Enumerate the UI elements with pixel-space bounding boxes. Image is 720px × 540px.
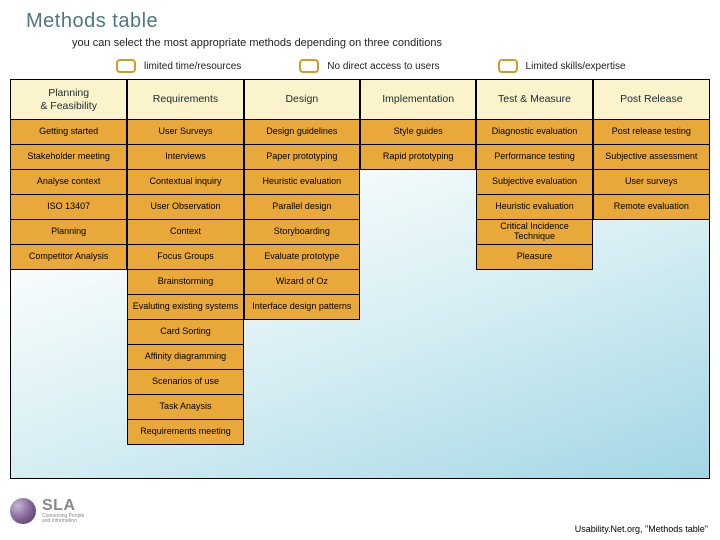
logo-sub: and Information <box>42 519 84 524</box>
method-cell[interactable]: Focus Groups <box>127 244 243 270</box>
column: Post ReleasePost release testingSubjecti… <box>593 80 709 445</box>
method-cell[interactable]: Analyse context <box>11 169 127 195</box>
method-cell[interactable]: ISO 13407 <box>11 194 127 220</box>
legend-item: limited time/resources <box>116 59 241 73</box>
method-cell[interactable]: Wizard of Oz <box>244 269 360 295</box>
column-header: Planning & Feasibility <box>11 80 127 120</box>
column: ImplementationStyle guidesRapid prototyp… <box>360 80 476 445</box>
logo-text: SLA Connecting People and Information <box>42 498 84 524</box>
method-cell[interactable]: Card Sorting <box>127 319 243 345</box>
column-header: Requirements <box>127 80 243 120</box>
method-cell[interactable]: Critical Incidence Technique <box>476 219 592 245</box>
column-header: Design <box>244 80 360 120</box>
method-cell[interactable]: Rapid prototyping <box>360 144 476 170</box>
method-cell[interactable]: Scenarios of use <box>127 369 243 395</box>
method-cell[interactable]: Remote evaluation <box>593 194 709 220</box>
credit-text: Usability.Net.org, "Methods table" <box>575 524 708 534</box>
method-cell[interactable]: Task Anaysis <box>127 394 243 420</box>
method-cell[interactable]: Requirements meeting <box>127 419 243 445</box>
method-cell[interactable]: Subjective assessment <box>593 144 709 170</box>
column: RequirementsUser SurveysInterviewsContex… <box>127 80 243 445</box>
method-cell[interactable]: Interface design patterns <box>244 294 360 320</box>
method-cell[interactable]: Getting started <box>11 119 127 145</box>
methods-table: Planning & FeasibilityGetting startedSta… <box>10 79 710 479</box>
method-cell[interactable]: User surveys <box>593 169 709 195</box>
method-cell[interactable]: Storyboarding <box>244 219 360 245</box>
method-cell[interactable]: User Observation <box>127 194 243 220</box>
method-cell[interactable]: Post release testing <box>593 119 709 145</box>
column-header: Test & Measure <box>476 80 592 120</box>
column-header: Implementation <box>360 80 476 120</box>
method-cell[interactable]: Heuristic evaluation <box>476 194 592 220</box>
method-cell[interactable]: Evaluate prototype <box>244 244 360 270</box>
page-title: Methods table <box>0 0 720 35</box>
logo-main: SLA <box>42 498 84 514</box>
legend: limited time/resources No direct access … <box>0 57 720 79</box>
page-subtitle: you can select the most appropriate meth… <box>0 35 720 57</box>
method-cell[interactable]: Context <box>127 219 243 245</box>
column: DesignDesign guidelinesPaper prototyping… <box>244 80 360 445</box>
method-cell[interactable]: Paper prototyping <box>244 144 360 170</box>
sphere-icon <box>10 498 36 524</box>
checkbox-icon <box>116 59 136 73</box>
method-cell[interactable]: Planning <box>11 219 127 245</box>
method-cell[interactable]: Heuristic evaluation <box>244 169 360 195</box>
method-cell[interactable]: Evaluting existing systems <box>127 294 243 320</box>
method-cell[interactable]: Performance testing <box>476 144 592 170</box>
method-cell[interactable]: User Surveys <box>127 119 243 145</box>
method-cell[interactable]: Parallel design <box>244 194 360 220</box>
column-header: Post Release <box>593 80 709 120</box>
column: Planning & FeasibilityGetting startedSta… <box>11 80 127 445</box>
method-cell[interactable]: Subjective evaluation <box>476 169 592 195</box>
method-cell[interactable]: Affinity diagramming <box>127 344 243 370</box>
method-cell[interactable]: Interviews <box>127 144 243 170</box>
legend-label: limited time/resources <box>144 61 241 72</box>
method-cell[interactable]: Competitor Analysis <box>11 244 127 270</box>
method-cell[interactable]: Style guides <box>360 119 476 145</box>
legend-label: Limited skills/expertise <box>526 61 626 72</box>
legend-label: No direct access to users <box>327 61 439 72</box>
checkbox-icon <box>299 59 319 73</box>
method-cell[interactable]: Design guidelines <box>244 119 360 145</box>
logo: SLA Connecting People and Information <box>10 498 84 524</box>
method-cell[interactable]: Diagnostic evaluation <box>476 119 592 145</box>
legend-item: No direct access to users <box>299 59 439 73</box>
method-cell[interactable]: Contextual inquiry <box>127 169 243 195</box>
method-cell[interactable]: Brainstorming <box>127 269 243 295</box>
checkbox-icon <box>498 59 518 73</box>
method-cell[interactable]: Stakeholder meeting <box>11 144 127 170</box>
legend-item: Limited skills/expertise <box>498 59 626 73</box>
column: Test & MeasureDiagnostic evaluationPerfo… <box>476 80 592 445</box>
method-cell[interactable]: Pleasure <box>476 244 592 270</box>
